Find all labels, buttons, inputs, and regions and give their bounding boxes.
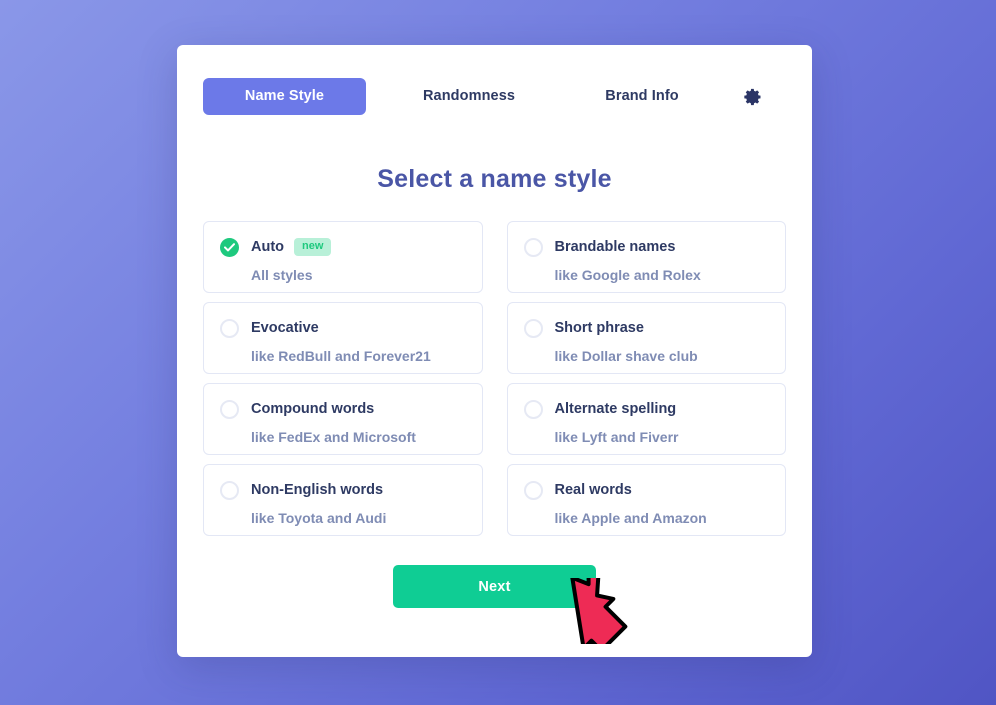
tab-name-style[interactable]: Name Style — [203, 78, 366, 115]
option-alternate-spelling[interactable]: Alternate spelling like Lyft and Fiverr — [506, 383, 786, 455]
option-subtitle: like RedBull and Forever21 — [251, 348, 431, 364]
new-badge: new — [294, 238, 332, 256]
option-real-words[interactable]: Real words like Apple and Amazon — [506, 464, 786, 536]
tab-brand-info[interactable]: Brand Info — [572, 78, 712, 115]
option-subtitle: like Apple and Amazon — [554, 510, 707, 526]
radio-icon[interactable] — [523, 318, 543, 338]
option-header: Auto new — [220, 236, 466, 258]
option-evocative[interactable]: Evocative like RedBull and Forever21 — [203, 302, 483, 374]
option-subtitle: like Google and Rolex — [554, 267, 701, 283]
option-header: Evocative — [220, 317, 466, 339]
option-title: Real words — [554, 482, 632, 498]
option-title: Auto — [251, 239, 285, 255]
option-compound-words[interactable]: Compound words like FedEx and Microsoft — [203, 383, 483, 455]
option-header: Short phrase — [523, 317, 770, 339]
name-style-modal: Name Style Randomness Brand Info Select … — [177, 45, 812, 657]
radio-icon[interactable] — [220, 399, 239, 419]
radio-icon[interactable] — [523, 480, 543, 500]
option-short-phrase[interactable]: Short phrase like Dollar shave club — [506, 302, 786, 374]
option-brandable-names[interactable]: Brandable names like Google and Rolex — [506, 221, 786, 293]
option-subtitle: like Toyota and Audi — [251, 510, 387, 526]
option-subtitle: like Lyft and Fiverr — [554, 429, 679, 445]
option-title: Evocative — [251, 320, 319, 336]
option-header: Brandable names — [523, 236, 770, 258]
option-subtitle: All styles — [251, 267, 313, 283]
settings-button[interactable] — [740, 84, 766, 110]
option-title: Compound words — [251, 401, 375, 417]
option-title: Short phrase — [554, 320, 644, 336]
option-header: Compound words — [220, 398, 466, 420]
option-header: Real words — [523, 479, 770, 501]
option-header: Alternate spelling — [523, 398, 770, 420]
tab-randomness[interactable]: Randomness — [389, 78, 549, 115]
modal-footer: Next — [177, 565, 812, 608]
radio-icon[interactable] — [220, 318, 239, 338]
tab-bar: Name Style Randomness Brand Info — [177, 45, 812, 120]
option-header: Non-English words — [220, 479, 466, 501]
page-title: Select a name style — [377, 165, 612, 193]
option-subtitle: like FedEx and Microsoft — [251, 429, 416, 445]
radio-icon[interactable] — [523, 237, 543, 257]
option-title: Alternate spelling — [554, 401, 677, 417]
option-non-english-words[interactable]: Non-English words like Toyota and Audi — [203, 464, 483, 536]
name-style-options: Auto new All styles Brandable names like… — [203, 221, 786, 536]
gear-icon — [743, 87, 763, 107]
radio-icon[interactable] — [220, 480, 239, 500]
check-icon[interactable] — [220, 237, 239, 257]
option-title: Non-English words — [251, 482, 384, 498]
option-title: Brandable names — [554, 239, 676, 255]
option-subtitle: like Dollar shave club — [554, 348, 698, 364]
option-auto[interactable]: Auto new All styles — [203, 221, 483, 293]
radio-icon[interactable] — [523, 399, 543, 419]
next-button[interactable]: Next — [393, 565, 596, 608]
